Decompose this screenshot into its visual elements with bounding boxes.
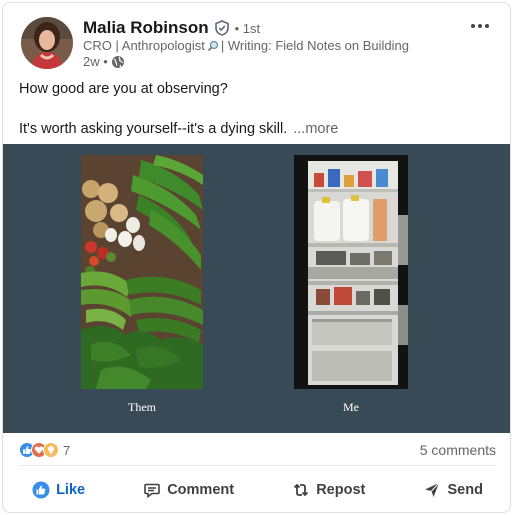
repost-label: Repost	[316, 482, 366, 498]
comments-count[interactable]: 5 comments	[420, 442, 496, 458]
post-line-2: It's worth asking yourself--it's a dying…	[19, 121, 288, 137]
social-counts: 7 5 comments	[19, 440, 496, 460]
image-caption-right: Me	[343, 400, 359, 414]
post-timestamp: 2w •	[83, 54, 125, 69]
repost-button[interactable]: Repost	[282, 473, 375, 507]
send-icon	[423, 481, 441, 499]
verified-shield-icon	[214, 20, 230, 36]
like-label: Like	[56, 482, 86, 498]
feed-post-card: Malia Robinson • 1st CRO | Anthropologis…	[2, 2, 511, 513]
author-name[interactable]: Malia Robinson	[83, 18, 209, 38]
send-button[interactable]: Send	[413, 473, 492, 507]
reactions-summary[interactable]: 7	[19, 442, 70, 458]
comment-label: Comment	[167, 482, 235, 498]
magnifier-icon	[207, 40, 219, 52]
like-button[interactable]: Like	[22, 473, 95, 507]
see-more-link[interactable]: ...more	[293, 121, 338, 137]
insightful-reaction-icon	[43, 442, 59, 458]
post-image[interactable]: Them Me	[3, 144, 510, 433]
post-age: 2w •	[83, 54, 108, 69]
headline-text-start: CRO | Anthropologist	[83, 38, 205, 53]
ellipsis-dot-icon	[471, 24, 475, 28]
ellipsis-dot-icon	[478, 24, 482, 28]
more-options-button[interactable]	[468, 15, 492, 37]
headline-text-end: | Writing: Field Notes on Building	[220, 38, 410, 53]
image-caption-left: Them	[128, 400, 156, 414]
author-avatar[interactable]	[21, 17, 73, 69]
globe-icon	[111, 55, 125, 69]
post-line-1: How good are you at observing?	[19, 81, 228, 97]
ellipsis-dot-icon	[485, 24, 489, 28]
author-name-row: Malia Robinson • 1st	[83, 17, 260, 39]
vegetables-photo	[81, 155, 203, 389]
post-line-2-wrap: It's worth asking yourself--it's a dying…	[19, 119, 499, 139]
post-action-bar: Like Comment Repost Send	[3, 469, 510, 511]
author-headline: CRO | Anthropologist | Writing: Field No…	[83, 38, 409, 53]
connection-degree: • 1st	[234, 20, 261, 36]
reaction-count: 7	[63, 442, 71, 458]
repost-icon	[292, 481, 310, 499]
divider	[19, 465, 496, 466]
send-label: Send	[447, 482, 483, 498]
comment-icon	[143, 481, 161, 499]
fridge-photo	[294, 155, 408, 389]
thumbs-up-icon	[32, 481, 50, 499]
comment-button[interactable]: Comment	[133, 473, 244, 507]
